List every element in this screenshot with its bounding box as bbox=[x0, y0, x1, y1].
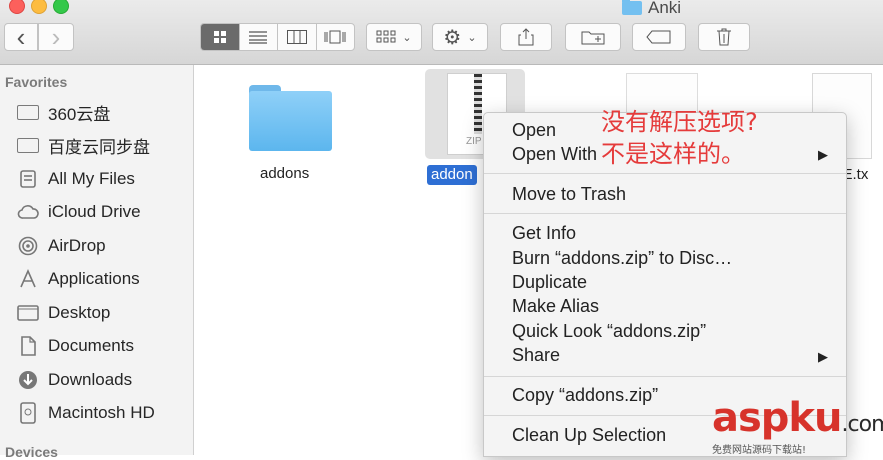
sidebar-item-desktop[interactable]: Desktop bbox=[16, 299, 110, 327]
trash-icon bbox=[717, 28, 731, 46]
column-view-button[interactable] bbox=[278, 24, 317, 50]
menu-item-duplicate[interactable]: Duplicate bbox=[512, 270, 587, 294]
sidebar-item-label: 百度云同步盘 bbox=[48, 137, 150, 157]
arrange-icon bbox=[376, 30, 396, 43]
submenu-arrow-icon: ▶ bbox=[818, 147, 828, 162]
zoom-window-button[interactable] bbox=[53, 0, 69, 14]
tag-icon bbox=[646, 30, 671, 44]
sidebar-item-all-my-files[interactable]: All My Files bbox=[16, 165, 135, 193]
forward-icon: › bbox=[51, 22, 61, 52]
window-title: Anki bbox=[622, 0, 681, 18]
menu-item-move-to-trash[interactable]: Move to Trash bbox=[512, 182, 626, 206]
sidebar-item-icloud-drive[interactable]: iCloud Drive bbox=[16, 198, 141, 226]
menu-separator bbox=[484, 376, 846, 377]
disk-icon bbox=[16, 402, 40, 424]
menu-separator bbox=[484, 213, 846, 214]
folder-icon bbox=[16, 102, 40, 122]
file-name-addons-zip[interactable]: addon bbox=[427, 165, 477, 185]
sidebar-item-label: Desktop bbox=[48, 303, 111, 322]
icon-view-icon bbox=[213, 31, 226, 43]
chevron-down-icon: ⌄ bbox=[402, 31, 412, 44]
favorites-header: Favorites bbox=[5, 74, 68, 90]
watermark-logo: aspku.com 免费网站源码下载站! bbox=[712, 398, 883, 456]
sidebar-item-downloads[interactable]: Downloads bbox=[16, 366, 132, 394]
submenu-arrow-icon: ▶ bbox=[818, 349, 828, 364]
sidebar-item-label: iCloud Drive bbox=[48, 202, 141, 221]
annotation-line-2: 不是这样的。 bbox=[601, 140, 745, 168]
all-files-icon bbox=[16, 169, 40, 189]
sidebar-item-label: Applications bbox=[48, 269, 140, 288]
forward-button[interactable]: › bbox=[38, 23, 74, 51]
sidebar-item-label: Macintosh HD bbox=[48, 403, 155, 422]
view-mode-control bbox=[200, 23, 355, 51]
watermark-main: aspku bbox=[712, 395, 843, 441]
window-title-text: Anki bbox=[648, 0, 682, 17]
menu-item-share[interactable]: Share bbox=[512, 343, 560, 367]
gear-icon: ⚙ bbox=[443, 26, 462, 49]
sidebar: Favorites 360云盘 百度云同步盘 All My Files iClo… bbox=[0, 65, 194, 460]
new-folder-button[interactable] bbox=[565, 23, 621, 51]
share-icon bbox=[518, 28, 534, 46]
tag-button[interactable] bbox=[632, 23, 686, 51]
folder-icon bbox=[622, 0, 642, 15]
menu-item-open[interactable]: Open bbox=[512, 118, 556, 142]
back-icon: ‹ bbox=[16, 22, 26, 52]
close-window-button[interactable] bbox=[9, 0, 25, 14]
menu-item-get-info[interactable]: Get Info bbox=[512, 221, 576, 245]
sidebar-item-applications[interactable]: Applications bbox=[16, 265, 140, 293]
list-view-icon bbox=[249, 31, 268, 44]
menu-item-quick-look[interactable]: Quick Look “addons.zip” bbox=[512, 319, 706, 343]
menu-separator bbox=[484, 173, 846, 174]
sidebar-item-label: 360云盘 bbox=[48, 104, 111, 124]
sidebar-item-label: AirDrop bbox=[48, 236, 106, 255]
sidebar-item-documents[interactable]: Documents bbox=[16, 332, 134, 360]
annotation-text: 没有解压选项? 不是这样的。 bbox=[601, 106, 758, 170]
menu-item-make-alias[interactable]: Make Alias bbox=[512, 294, 599, 318]
coverflow-view-icon bbox=[324, 30, 346, 44]
share-button[interactable] bbox=[500, 23, 552, 51]
chevron-down-icon: ⌄ bbox=[467, 31, 477, 44]
toolbar: Anki ‹ › ⌄ ⚙ ⌄ bbox=[0, 0, 883, 65]
sidebar-item-macintosh-hd[interactable]: Macintosh HD bbox=[16, 399, 155, 427]
devices-header: Devices bbox=[5, 444, 58, 460]
airdrop-icon bbox=[16, 236, 40, 256]
sidebar-item-label: Downloads bbox=[48, 370, 133, 389]
sidebar-item-airdrop[interactable]: AirDrop bbox=[16, 232, 106, 260]
applications-icon bbox=[16, 269, 40, 289]
downloads-icon bbox=[16, 370, 40, 390]
folder-icon bbox=[16, 135, 40, 155]
documents-icon bbox=[16, 336, 40, 356]
arrange-button[interactable]: ⌄ bbox=[366, 23, 422, 51]
sidebar-item-label: All My Files bbox=[48, 169, 135, 188]
sidebar-item-label: Documents bbox=[48, 336, 134, 355]
annotation-line-1: 没有解压选项? bbox=[601, 108, 758, 136]
menu-item-clean-up-selection[interactable]: Clean Up Selection bbox=[512, 423, 666, 447]
trash-button[interactable] bbox=[698, 23, 750, 51]
file-item-addons-folder[interactable] bbox=[249, 85, 332, 151]
minimize-window-button[interactable] bbox=[31, 0, 47, 14]
menu-item-copy[interactable]: Copy “addons.zip” bbox=[512, 383, 658, 407]
menu-item-label: Open With bbox=[512, 144, 598, 164]
zip-badge: ZIP bbox=[466, 136, 482, 147]
column-view-icon bbox=[286, 30, 307, 44]
back-button[interactable]: ‹ bbox=[4, 23, 38, 51]
new-folder-icon bbox=[581, 31, 605, 45]
desktop-icon bbox=[16, 303, 40, 323]
sidebar-item-baiduyun[interactable]: 百度云同步盘 bbox=[16, 131, 150, 159]
menu-item-burn[interactable]: Burn “addons.zip” to Disc… bbox=[512, 246, 732, 270]
watermark-suffix: .com bbox=[841, 412, 883, 437]
action-button[interactable]: ⚙ ⌄ bbox=[432, 23, 488, 51]
zipper-icon bbox=[474, 74, 482, 134]
coverflow-view-button[interactable] bbox=[317, 24, 355, 50]
list-view-button[interactable] bbox=[240, 24, 278, 50]
icon-view-button[interactable] bbox=[201, 24, 240, 50]
cloud-icon bbox=[16, 202, 40, 222]
sidebar-item-360yunpan[interactable]: 360云盘 bbox=[16, 98, 110, 126]
file-name-addons[interactable]: addons bbox=[260, 165, 309, 182]
